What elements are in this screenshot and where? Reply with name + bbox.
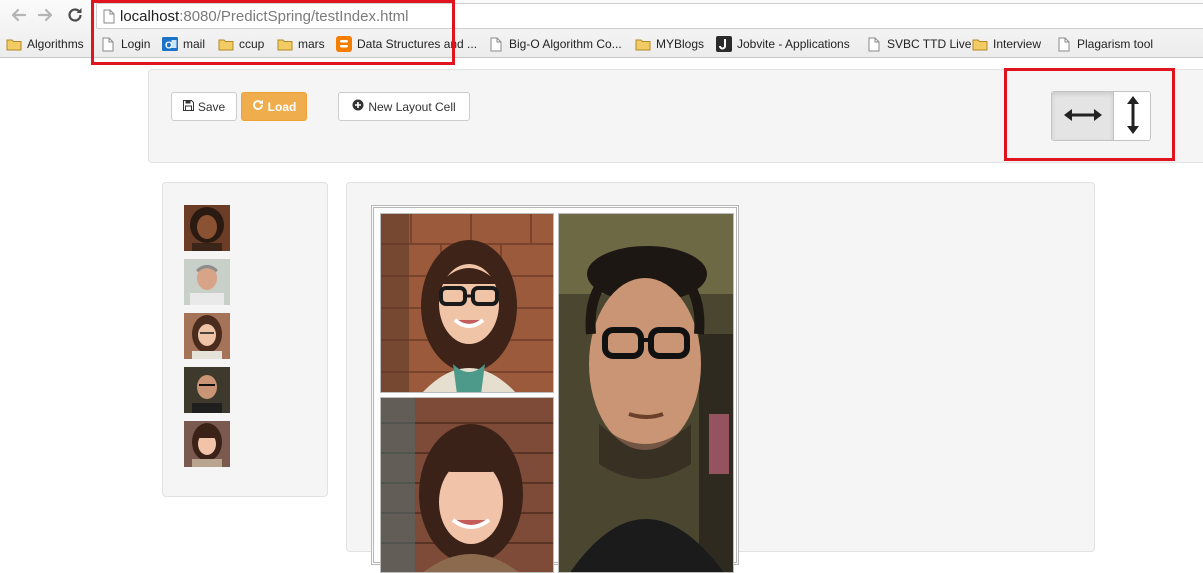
bookmark-interview[interactable]: Interview (972, 33, 1041, 55)
folder-icon (277, 36, 293, 52)
page-icon (488, 36, 504, 52)
url-path: :8080/PredictSpring/testIndex.html (179, 8, 409, 25)
browser-chrome: localhost:8080/PredictSpring/testIndex.h… (0, 0, 1203, 58)
url-host: localhost (120, 8, 180, 25)
save-label: Save (197, 99, 226, 114)
bookmark-svbc[interactable]: SVBC TTD Live (866, 33, 971, 55)
vertical-orientation-button[interactable] (1114, 92, 1150, 140)
back-arrow-icon[interactable] (8, 5, 28, 25)
page-icon (103, 9, 115, 27)
blogger-icon (336, 36, 352, 52)
bookmark-label: Plagarism tool (1077, 37, 1154, 51)
load-button[interactable]: Load (241, 92, 307, 121)
bookmark-mail[interactable]: O mail (162, 33, 205, 55)
horizontal-resize-icon (1063, 107, 1103, 126)
folder-icon (218, 36, 234, 52)
thumbnail-person-3[interactable] (184, 313, 230, 359)
bookmark-mars[interactable]: mars (277, 33, 325, 55)
layout-grid (371, 205, 739, 573)
bookmark-algorithms[interactable]: Algorithms (6, 33, 84, 55)
cell-bottom-left[interactable] (380, 397, 554, 573)
bookmark-big-o[interactable]: Big-O Algorithm Co... (488, 33, 622, 55)
refresh-icon (252, 99, 264, 114)
portrait-man-glasses (559, 214, 733, 572)
jobvite-icon (716, 36, 732, 52)
horizontal-orientation-button[interactable] (1052, 92, 1114, 140)
layout-panel (346, 182, 1095, 573)
save-button[interactable]: Save (171, 92, 237, 121)
thumbnail-person-4[interactable] (184, 367, 230, 413)
url-text: localhost:8080/PredictSpring/testIndex.h… (120, 9, 409, 25)
bookmark-label: Algorithms (27, 37, 84, 51)
bookmark-ccup[interactable]: ccup (218, 33, 264, 55)
bookmark-login[interactable]: Login (100, 33, 150, 55)
load-label: Load (267, 99, 297, 114)
folder-icon (6, 36, 22, 52)
bookmark-label: Big-O Algorithm Co... (509, 37, 622, 51)
bookmark-label: SVBC TTD Live (887, 37, 972, 51)
bookmark-label: mail (183, 37, 206, 51)
new-layout-cell-label: New Layout Cell (368, 99, 456, 114)
page-icon (866, 36, 882, 52)
outlook-icon: O (162, 36, 178, 52)
bookmark-plagarism[interactable]: Plagarism tool (1056, 33, 1153, 55)
bookmark-myblogs[interactable]: MYBlogs (635, 33, 704, 55)
address-bar[interactable]: localhost:8080/PredictSpring/testIndex.h… (96, 3, 1203, 29)
bookmarks-bar: Algorithms Login O mail ccup mars Data S… (0, 33, 1203, 55)
vertical-resize-icon (1125, 95, 1141, 138)
bookmark-label: Jobvite - Applications (737, 37, 850, 51)
bookmark-label: MYBlogs (656, 37, 705, 51)
floppy-disk-icon (182, 99, 194, 114)
bookmark-label: Interview (993, 37, 1042, 51)
orientation-toggle (1051, 91, 1151, 141)
reload-icon[interactable] (65, 5, 85, 25)
cell-right[interactable] (558, 213, 734, 573)
new-layout-cell-button[interactable]: New Layout Cell (338, 92, 470, 121)
bookmark-label: ccup (239, 37, 265, 51)
bookmark-label: Data Structures and ... (357, 37, 478, 51)
thumbnail-person-1[interactable] (184, 205, 230, 251)
folder-icon (635, 36, 651, 52)
bookmark-label: mars (298, 37, 325, 51)
thumbnail-person-2[interactable] (184, 259, 230, 305)
portrait-woman-glasses (381, 214, 553, 392)
thumbnail-sidebar (162, 182, 328, 497)
page-icon (1056, 36, 1072, 52)
bookmark-jobvite[interactable]: Jobvite - Applications (716, 33, 850, 55)
cell-top-left[interactable] (380, 213, 554, 393)
thumbnail-person-5[interactable] (184, 421, 230, 467)
portrait-woman-bangs (381, 398, 553, 572)
page-icon (100, 36, 116, 52)
bookmark-label: Login (121, 37, 151, 51)
folder-icon (972, 36, 988, 52)
forward-arrow-icon[interactable] (36, 5, 56, 25)
bookmark-data-structures[interactable]: Data Structures and ... (336, 33, 477, 55)
plus-circle-icon (352, 99, 364, 114)
